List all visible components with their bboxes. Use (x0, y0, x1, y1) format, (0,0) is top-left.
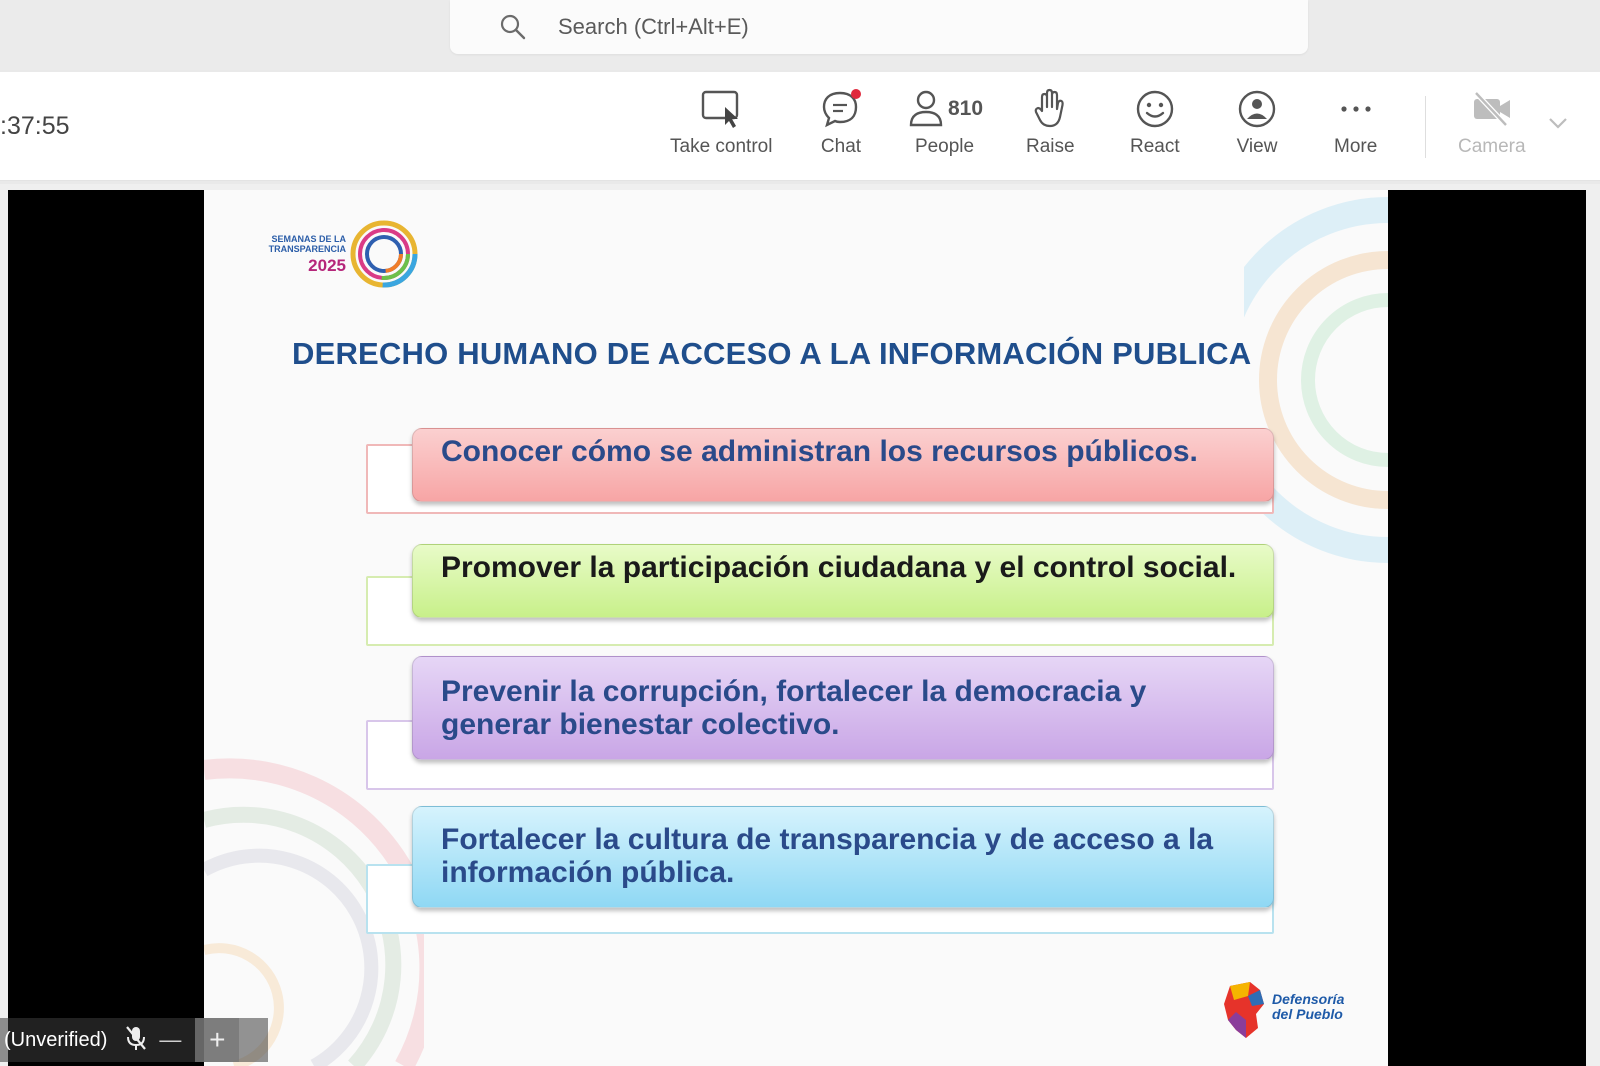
slide-title: DERECHO HUMANO DE ACCESO A LA INFORMACIÓ… (292, 336, 1252, 371)
camera-off-icon (1470, 86, 1514, 132)
list-item-text: Promover la participación ciudadana y el… (412, 544, 1274, 618)
people-label: People (914, 136, 975, 157)
chevron-down-icon[interactable] (1546, 114, 1570, 137)
meeting-toolbar: :37:55 Take control Chat 810 People Rais… (0, 72, 1600, 181)
search-icon (498, 12, 528, 42)
logo-right-line-1: Defensoría (1272, 991, 1345, 1007)
take-control-label: Take control (670, 136, 773, 157)
search-input[interactable] (556, 13, 1160, 41)
logo-line-2: TRANSPARENCIA (268, 244, 346, 254)
camera-label: Camera (1458, 136, 1526, 157)
people-button[interactable]: 810 People (906, 86, 983, 168)
letterbox-left (8, 190, 204, 1066)
take-control-button[interactable]: Take control (670, 86, 772, 168)
ecuador-map-icon (1224, 982, 1264, 1038)
defensoria-logo: Defensoría del Pueblo (1220, 980, 1370, 1050)
react-button[interactable]: React (1130, 86, 1180, 168)
meeting-timer: :37:55 (0, 112, 70, 140)
chat-label: Chat (820, 136, 862, 157)
add-icon[interactable]: + (195, 1018, 240, 1062)
smiley-icon (1134, 86, 1176, 132)
more-label: More (1334, 136, 1378, 157)
logo-line-1: SEMANAS DE LA (271, 234, 346, 244)
title-bar (0, 0, 1600, 70)
list-item-text: Prevenir la corrupción, fortalecer la de… (412, 656, 1274, 760)
mic-off-icon (125, 1025, 147, 1056)
view-button[interactable]: View (1236, 86, 1278, 168)
minimize-icon[interactable]: — (159, 1027, 181, 1053)
search-box[interactable] (450, 0, 1308, 54)
logo-year: 2025 (308, 256, 346, 275)
more-button[interactable]: More (1334, 86, 1377, 168)
raise-hand-button[interactable]: Raise (1026, 86, 1075, 168)
view-icon (1236, 86, 1278, 132)
react-label: React (1130, 136, 1180, 157)
chat-icon (818, 86, 864, 132)
more-icon (1336, 86, 1376, 132)
raise-label: Raise (1026, 136, 1075, 157)
transparency-weeks-logo: SEMANAS DE LA TRANSPARENCIA 2025 (234, 218, 434, 298)
list-item-text: Conocer cómo se administran los recursos… (412, 428, 1274, 502)
chat-button[interactable]: Chat (818, 86, 864, 168)
toolbar-divider (1425, 96, 1426, 158)
participant-tile[interactable]: (Unverified) — + (0, 1018, 268, 1062)
people-count: 810 (948, 97, 984, 120)
logo-right-line-2: del Pueblo (1272, 1006, 1343, 1022)
shared-slide: SEMANAS DE LA TRANSPARENCIA 2025 DERECHO… (204, 190, 1388, 1066)
rings-logo-icon (350, 220, 418, 288)
list-item-text: Fortalecer la cultura de transparencia y… (412, 806, 1274, 908)
people-icon: 810 (906, 86, 983, 132)
take-control-icon (699, 86, 743, 132)
camera-button[interactable]: Camera (1458, 86, 1526, 168)
participant-name: (Unverified) (4, 1028, 108, 1051)
view-label: View (1236, 136, 1278, 157)
raise-hand-icon (1030, 86, 1070, 132)
letterbox-right (1388, 190, 1586, 1066)
